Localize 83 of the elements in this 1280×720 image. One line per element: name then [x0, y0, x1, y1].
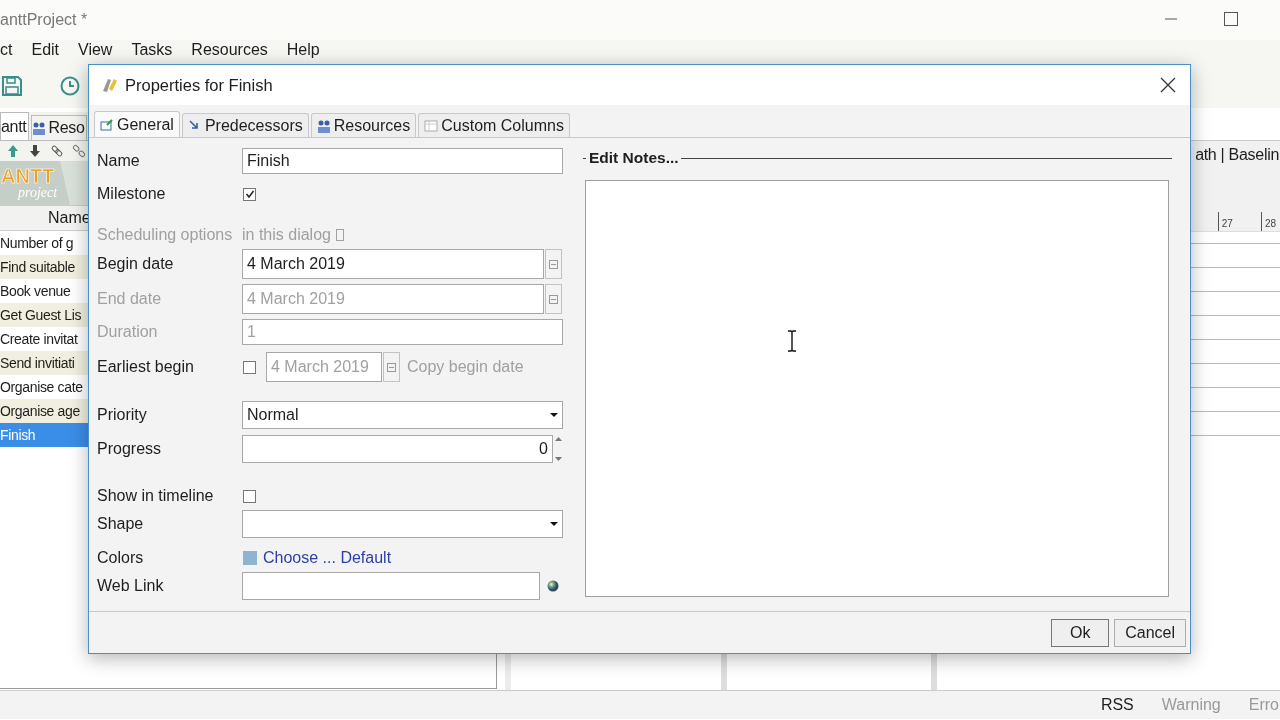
calendar-button[interactable]: [545, 284, 562, 314]
field-label: Milestone: [97, 185, 167, 203]
chart-toolbar-text[interactable]: ath | Baselin: [1195, 146, 1279, 164]
scale-tick: 27: [1217, 212, 1233, 231]
field-label: End date: [97, 290, 163, 308]
app-icon: [101, 77, 119, 93]
checkbox[interactable]: [243, 489, 256, 503]
people-icon: [316, 118, 331, 133]
down-arrow-icon[interactable]: [28, 144, 42, 158]
maximize-icon[interactable]: [1224, 12, 1238, 26]
dropdown[interactable]: [242, 510, 563, 538]
clock-icon[interactable]: [60, 76, 80, 96]
link-icon[interactable]: [50, 144, 64, 158]
window-title: anttProject *: [0, 11, 88, 29]
menu-item[interactable]: Help: [286, 40, 320, 59]
field-label: Earliest begin: [97, 358, 195, 376]
logo: ANTT project: [0, 161, 88, 205]
field-label: Shape: [97, 515, 145, 533]
tab[interactable]: General: [94, 111, 180, 137]
box-icon: [335, 229, 344, 241]
spinner-buttons[interactable]: [554, 435, 563, 463]
globe-icon[interactable]: [547, 580, 559, 592]
scheduling-note: in this dialog: [242, 226, 331, 244]
status-item[interactable]: RSS: [1100, 696, 1134, 714]
tab[interactable]: Custom Columns: [418, 113, 570, 137]
menu-item[interactable]: Edit: [31, 40, 60, 59]
color-link[interactable]: Choose ... Default: [263, 549, 392, 567]
tab[interactable]: Predecessors: [181, 113, 309, 137]
menu-item[interactable]: Resources: [191, 40, 268, 59]
up-arrow-icon[interactable]: [6, 144, 20, 158]
check-icon: [244, 189, 255, 199]
field-label: Begin date: [97, 255, 175, 273]
calendar-button[interactable]: [383, 352, 400, 382]
edit-icon: [100, 117, 114, 132]
calendar-icon: [549, 294, 558, 304]
people-icon: [31, 121, 46, 135]
notes-field[interactable]: [585, 180, 1169, 597]
tree-row[interactable]: Send invitiati: [0, 351, 88, 375]
web-link-field[interactable]: [242, 572, 540, 600]
checkbox[interactable]: [243, 187, 256, 201]
dropdown[interactable]: Normal: [242, 401, 563, 429]
dialog-button[interactable]: Cancel: [1114, 618, 1186, 647]
color-swatch[interactable]: [243, 551, 257, 565]
tree-row[interactable]: Get Guest Lis: [0, 303, 88, 327]
dialog-title: Properties for Finish: [125, 75, 273, 95]
field-label: Duration: [97, 323, 159, 341]
scale-tick: 28: [1260, 212, 1276, 231]
tab[interactable]: antt: [0, 112, 29, 140]
calendar-icon: [549, 259, 558, 269]
field-label: Show in timeline: [97, 487, 215, 505]
menu-item[interactable]: ct: [0, 40, 13, 59]
menu-item[interactable]: Tasks: [131, 40, 173, 59]
field-label: Priority: [97, 406, 148, 424]
text-cursor-icon: [786, 330, 798, 352]
date-field[interactable]: 4 March 2019: [242, 249, 544, 279]
tab[interactable]: Resources: [310, 113, 417, 137]
text-field[interactable]: Finish: [242, 148, 563, 174]
dialog-button[interactable]: Ok: [1051, 618, 1110, 647]
field-label: Scheduling options: [97, 226, 234, 244]
down-arrow-icon: [554, 455, 563, 463]
field-label: Progress: [97, 440, 163, 458]
notes-legend: Edit Notes...: [586, 149, 681, 167]
tree-row[interactable]: Organise cate: [0, 375, 88, 399]
field-label: Colors: [97, 549, 145, 567]
close-icon[interactable]: [1160, 77, 1176, 93]
tree-row[interactable]: Find suitable: [0, 255, 88, 279]
tree-row[interactable]: Organise age: [0, 399, 88, 423]
table-icon: [424, 118, 439, 133]
field-label: Name: [97, 152, 141, 170]
unlink-icon[interactable]: [72, 144, 86, 158]
tab[interactable]: Reso: [30, 115, 87, 140]
calendar-icon: [387, 362, 396, 372]
field-label: Web Link: [97, 577, 165, 595]
number-field[interactable]: 0: [242, 435, 553, 463]
calendar-button[interactable]: [545, 249, 562, 279]
save-icon[interactable]: [2, 76, 22, 96]
tree-row[interactable]: Create invitat: [0, 327, 88, 351]
tree-row[interactable]: Book venue: [0, 279, 88, 303]
dropdown-arrow-icon: [550, 522, 558, 526]
dropdown-arrow-icon: [550, 413, 558, 417]
tree-row[interactable]: Number of g: [0, 231, 88, 255]
up-arrow-icon: [554, 435, 563, 443]
menu-item[interactable]: View: [78, 40, 113, 59]
